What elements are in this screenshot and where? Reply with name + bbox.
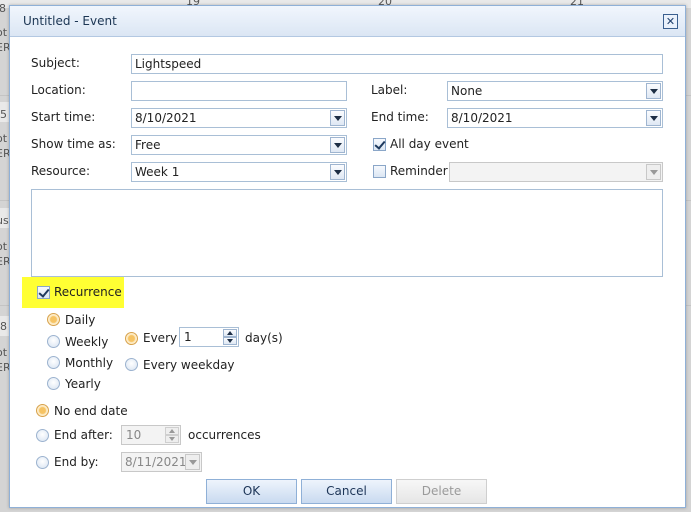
- every-days-value: 1: [184, 330, 192, 344]
- every-days-stepper[interactable]: 1: [179, 327, 239, 347]
- calendar-fragment: ot: [0, 132, 8, 145]
- chevron-down-icon: [165, 435, 179, 443]
- pattern-yearly-radio[interactable]: [47, 377, 60, 390]
- calendar-fragment: us: [0, 214, 9, 227]
- chevron-down-icon[interactable]: [330, 137, 345, 153]
- end-time-label: End time:: [371, 110, 429, 124]
- pattern-monthly-label[interactable]: Monthly: [65, 356, 113, 370]
- label-select[interactable]: None: [447, 81, 663, 101]
- recurrence-checkbox[interactable]: [37, 286, 50, 299]
- chevron-down-icon[interactable]: [330, 110, 345, 126]
- calendar-fragment: 5: [0, 108, 7, 121]
- every-n-days-radio[interactable]: [125, 332, 138, 345]
- subject-label: Subject:: [31, 56, 80, 70]
- resource-value: Week 1: [135, 165, 180, 179]
- calendar-gridline: [686, 200, 691, 201]
- pattern-weekly-label[interactable]: Weekly: [65, 335, 108, 349]
- show-time-as-select[interactable]: Free: [131, 135, 347, 155]
- dialog-titlebar[interactable]: Untitled - Event ✕: [10, 6, 685, 37]
- label-select-value: None: [451, 84, 483, 98]
- every-label[interactable]: Every: [143, 331, 177, 345]
- calendar-gridline: [0, 305, 9, 306]
- end-time-picker[interactable]: 8/10/2021: [447, 108, 663, 128]
- all-day-checkbox[interactable]: [373, 138, 386, 151]
- end-after-stepper[interactable]: 10: [121, 425, 181, 445]
- reminder-select[interactable]: [449, 162, 663, 182]
- calendar-fragment: ot: [0, 346, 8, 359]
- label-label: Label:: [371, 83, 408, 97]
- calendar-gridline: [0, 95, 9, 96]
- calendar-fragment: 8: [0, 320, 7, 333]
- no-end-date-radio[interactable]: [36, 404, 49, 417]
- ok-button[interactable]: OK: [206, 479, 297, 504]
- occurrences-label: occurrences: [188, 428, 261, 442]
- show-time-as-label: Show time as:: [31, 137, 116, 151]
- calendar-fragment: 8: [0, 2, 6, 15]
- location-input[interactable]: [131, 81, 347, 101]
- event-dialog: Untitled - Event ✕ Subject: Lightspeed L…: [9, 5, 686, 508]
- no-end-date-label[interactable]: No end date: [54, 404, 128, 418]
- calendar-fragment: ot: [0, 26, 8, 39]
- stepper-buttons: [165, 427, 179, 443]
- end-after-value: 10: [126, 428, 142, 442]
- calendar-fragment: ot: [0, 240, 8, 253]
- show-time-as-value: Free: [135, 138, 161, 152]
- reminder-checkbox[interactable]: [373, 165, 386, 178]
- chevron-down-icon[interactable]: [646, 83, 661, 99]
- resource-label: Resource:: [31, 164, 91, 178]
- pattern-daily-label[interactable]: Daily: [65, 313, 95, 327]
- end-by-radio[interactable]: [36, 456, 49, 469]
- all-day-label[interactable]: All day event: [390, 137, 469, 151]
- subject-input[interactable]: Lightspeed: [131, 54, 663, 74]
- end-by-value: 8/11/2021: [125, 455, 187, 469]
- pattern-weekly-radio[interactable]: [47, 335, 60, 348]
- end-time-value: 8/10/2021: [451, 111, 513, 125]
- description-textarea[interactable]: [31, 189, 663, 277]
- start-time-picker[interactable]: 8/10/2021: [131, 108, 347, 128]
- chevron-up-icon[interactable]: [223, 329, 237, 337]
- calendar-gridline: [0, 200, 9, 201]
- calendar-gridline: [686, 95, 691, 96]
- every-weekday-radio[interactable]: [125, 358, 138, 371]
- pattern-daily-radio[interactable]: [47, 313, 60, 326]
- end-after-radio[interactable]: [36, 429, 49, 442]
- dialog-title: Untitled - Event: [23, 14, 117, 28]
- stepper-buttons[interactable]: [223, 329, 237, 345]
- chevron-down-icon[interactable]: [223, 337, 237, 345]
- close-icon[interactable]: ✕: [663, 14, 678, 29]
- start-time-label: Start time:: [31, 110, 96, 124]
- delete-button[interactable]: Delete: [396, 479, 487, 504]
- chevron-down-icon[interactable]: [646, 110, 661, 126]
- recurrence-label[interactable]: Recurrence: [54, 285, 122, 299]
- pattern-monthly-radio[interactable]: [47, 356, 60, 369]
- resource-select[interactable]: Week 1: [131, 162, 347, 182]
- reminder-label[interactable]: Reminder: [390, 164, 448, 178]
- every-weekday-label[interactable]: Every weekday: [143, 358, 235, 372]
- location-label: Location:: [31, 83, 86, 97]
- chevron-down-icon: [646, 164, 661, 180]
- cancel-button[interactable]: Cancel: [301, 479, 392, 504]
- end-after-label[interactable]: End after:: [54, 428, 113, 442]
- chevron-up-icon: [165, 427, 179, 435]
- end-by-label[interactable]: End by:: [54, 455, 99, 469]
- chevron-down-icon: [185, 454, 200, 470]
- days-suffix-label: day(s): [245, 331, 283, 345]
- calendar-gridline: [686, 305, 691, 306]
- end-by-date-picker[interactable]: 8/11/2021: [121, 452, 202, 472]
- start-time-value: 8/10/2021: [135, 111, 197, 125]
- chevron-down-icon[interactable]: [330, 164, 345, 180]
- pattern-yearly-label[interactable]: Yearly: [65, 377, 101, 391]
